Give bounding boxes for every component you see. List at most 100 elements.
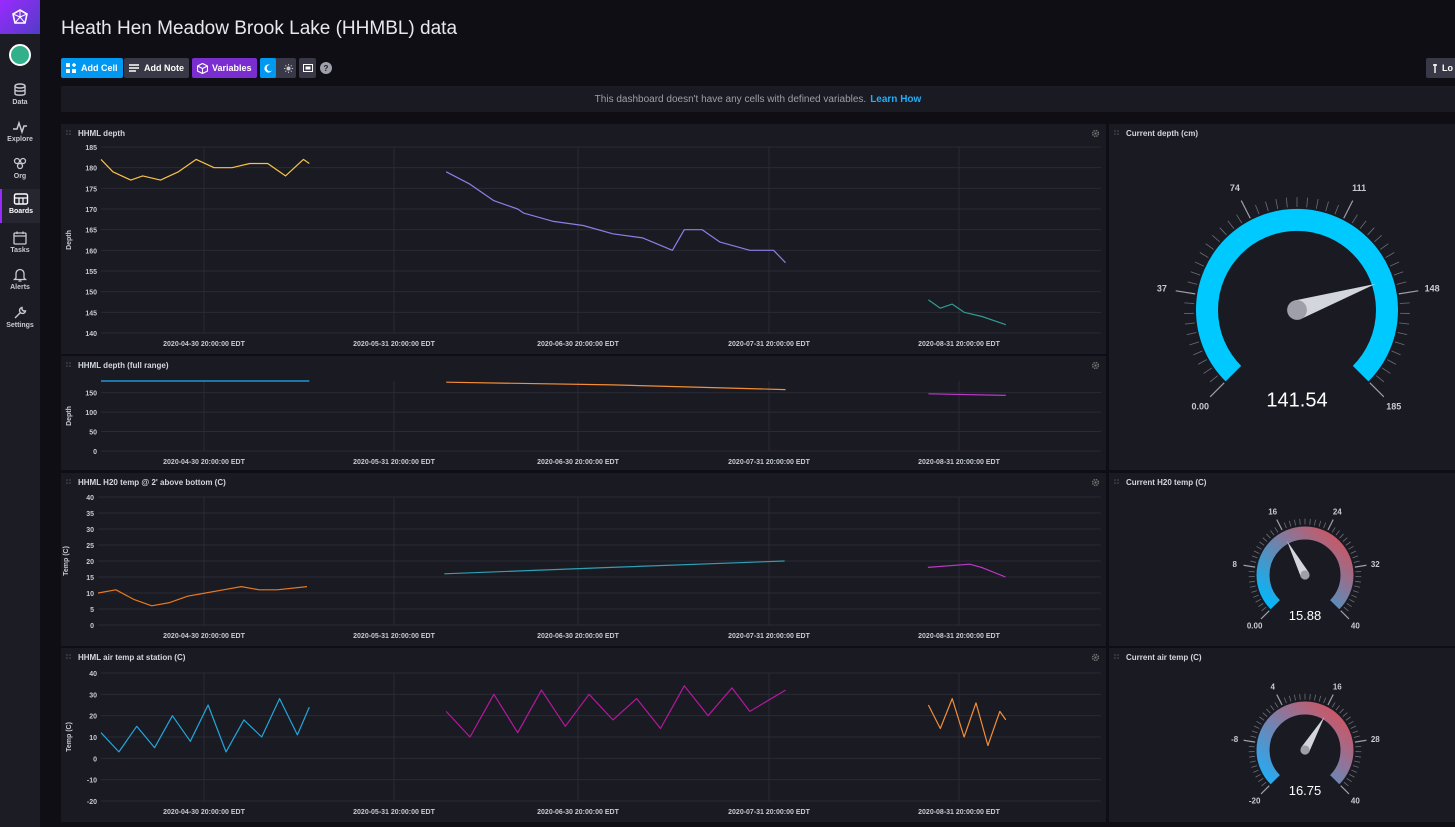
- gauge-minor-tick: [1251, 730, 1258, 734]
- gauge-minor-tick: [1197, 359, 1207, 365]
- y-tick-label: -10: [87, 778, 97, 785]
- x-tick-label: 2020-07-31 20:00:00 EDT: [728, 633, 810, 640]
- gauge-minor-tick: [1399, 322, 1410, 325]
- y-axis-label: Temp (C): [66, 722, 73, 752]
- y-tick-label: 30: [89, 692, 97, 699]
- gauge-minor-tick: [1219, 227, 1227, 236]
- gauge-needle-hub: [1300, 745, 1310, 755]
- gauge-minor-tick: [1343, 606, 1349, 612]
- x-tick-label: 2020-05-31 20:00:00 EDT: [353, 341, 435, 348]
- gauge-minor-tick: [1351, 214, 1358, 224]
- gauge-minor-tick: [1342, 537, 1348, 542]
- gauge-minor-tick: [1255, 204, 1260, 215]
- gauge-minor-tick: [1309, 693, 1311, 700]
- y-tick-label: 150: [85, 391, 97, 398]
- gauge-minor-tick: [1249, 580, 1255, 583]
- gauge-minor-tick: [1294, 519, 1296, 526]
- x-tick-label: 2020-08-31 20:00:00 EDT: [918, 809, 1000, 816]
- gauge-minor-tick: [1335, 530, 1340, 536]
- gauge-minor-tick: [1259, 541, 1265, 546]
- gauge-major-tick: [1260, 785, 1270, 795]
- gauge-major-tick: [1209, 382, 1225, 398]
- y-tick-label: 185: [85, 145, 97, 152]
- y-tick-label: 35: [86, 511, 94, 518]
- gauge-minor-tick: [1258, 778, 1264, 783]
- x-tick-label: 2020-08-31 20:00:00 EDT: [918, 633, 1000, 640]
- gauge-value: 15.88: [1289, 608, 1322, 623]
- gauge-band: [1196, 208, 1398, 382]
- y-tick-label: 30: [86, 527, 94, 534]
- gauge-minor-tick: [1352, 765, 1359, 768]
- gauge-minor-tick: [1349, 773, 1355, 778]
- gauge-minor-tick: [1283, 697, 1287, 704]
- gauge-minor-tick: [1299, 693, 1301, 700]
- gauge-minor-tick: [1274, 702, 1279, 708]
- gauge-minor-tick: [1203, 367, 1213, 374]
- gauge-minor-tick: [1262, 712, 1268, 717]
- y-tick-label: 10: [89, 735, 97, 742]
- x-tick-label: 2020-06-30 20:00:00 EDT: [537, 633, 619, 640]
- gauge-major-tick: [1276, 519, 1283, 531]
- gauge-value: 141.54: [1266, 389, 1327, 411]
- gauge-minor-tick: [1258, 603, 1264, 608]
- y-tick-label: 170: [85, 207, 97, 214]
- gauge-minor-tick: [1255, 773, 1261, 778]
- x-tick-label: 2020-08-31 20:00:00 EDT: [918, 459, 1000, 466]
- gauge-minor-tick: [1359, 220, 1367, 229]
- gauge-minor-tick: [1339, 708, 1344, 714]
- gauge-minor-tick: [1318, 695, 1322, 702]
- y-axis-label: Temp (C): [63, 546, 70, 576]
- gauge-minor-tick: [1352, 555, 1359, 559]
- y-tick-label: 155: [85, 269, 97, 276]
- gauge-minor-tick: [1249, 755, 1255, 758]
- gauge-major-tick: [1354, 739, 1367, 743]
- gauge-tick-label: 8: [1232, 560, 1237, 569]
- line-chart-2: 40 35 30 25 20 15 10 5 0 2020-04-30 20:00:00 EDT 2…: [63, 495, 1101, 640]
- x-tick-label: 2020-06-30 20:00:00 EDT: [537, 809, 619, 816]
- gauge-minor-tick: [1193, 350, 1203, 356]
- series-line-2: [927, 563, 1006, 578]
- gauge-major-tick: [1369, 382, 1385, 398]
- gauge-minor-tick: [1251, 765, 1258, 768]
- gauge-tick-label: 40: [1351, 796, 1360, 805]
- gauge-minor-tick: [1184, 302, 1195, 304]
- x-tick-label: 2020-06-30 20:00:00 EDT: [537, 341, 619, 348]
- x-tick-label: 2020-07-31 20:00:00 EDT: [728, 809, 810, 816]
- gauge-major-tick: [1327, 519, 1334, 531]
- gauge-minor-tick: [1376, 375, 1385, 383]
- gauge-minor-tick: [1275, 199, 1279, 209]
- gauge-min-label: 0.00: [1247, 621, 1263, 630]
- gauge-tick-label: -8: [1231, 735, 1239, 744]
- gauge-minor-tick: [1343, 781, 1349, 787]
- gauge-major-tick: [1354, 564, 1367, 568]
- gauge-tick-label: 37: [1157, 284, 1167, 294]
- y-axis-label: Depth: [66, 406, 73, 426]
- gauge-minor-tick: [1306, 197, 1309, 208]
- gauge-tick-label: 4: [1270, 683, 1275, 692]
- gauge-minor-tick: [1186, 332, 1197, 336]
- gauge-tick-label: 16: [1268, 508, 1277, 517]
- gauge-minor-tick: [1251, 590, 1258, 593]
- gauge-major-tick: [1340, 785, 1350, 795]
- y-tick-label: 150: [85, 290, 97, 297]
- y-tick-label: 180: [85, 166, 97, 173]
- gauge-major-tick: [1175, 290, 1196, 295]
- y-tick-label: 10: [86, 591, 94, 598]
- gauge-minor-tick: [1283, 522, 1287, 529]
- gauge-minor-tick: [1339, 533, 1344, 539]
- y-tick-label: 100: [85, 410, 97, 417]
- line-chart-3: 40 30 20 10 0 -10 -20 2020-04-30 20:00:00 EDT 20…: [66, 671, 1101, 816]
- gauge-minor-tick: [1348, 720, 1354, 725]
- gauge-minor-tick: [1325, 201, 1329, 212]
- gauge-major-tick: [1243, 564, 1256, 568]
- series-line-1: [446, 381, 786, 391]
- x-tick-label: 2020-05-31 20:00:00 EDT: [353, 459, 435, 466]
- x-tick-label: 2020-07-31 20:00:00 EDT: [728, 459, 810, 466]
- gauge-minor-tick: [1262, 537, 1268, 542]
- x-tick-label: 2020-08-31 20:00:00 EDT: [918, 341, 1000, 348]
- gauge-tick-label: 185: [1386, 402, 1401, 412]
- x-tick-label: 2020-06-30 20:00:00 EDT: [537, 459, 619, 466]
- gauge-minor-tick: [1355, 580, 1361, 583]
- gauge-minor-tick: [1346, 778, 1352, 783]
- gauge-minor-tick: [1255, 598, 1261, 603]
